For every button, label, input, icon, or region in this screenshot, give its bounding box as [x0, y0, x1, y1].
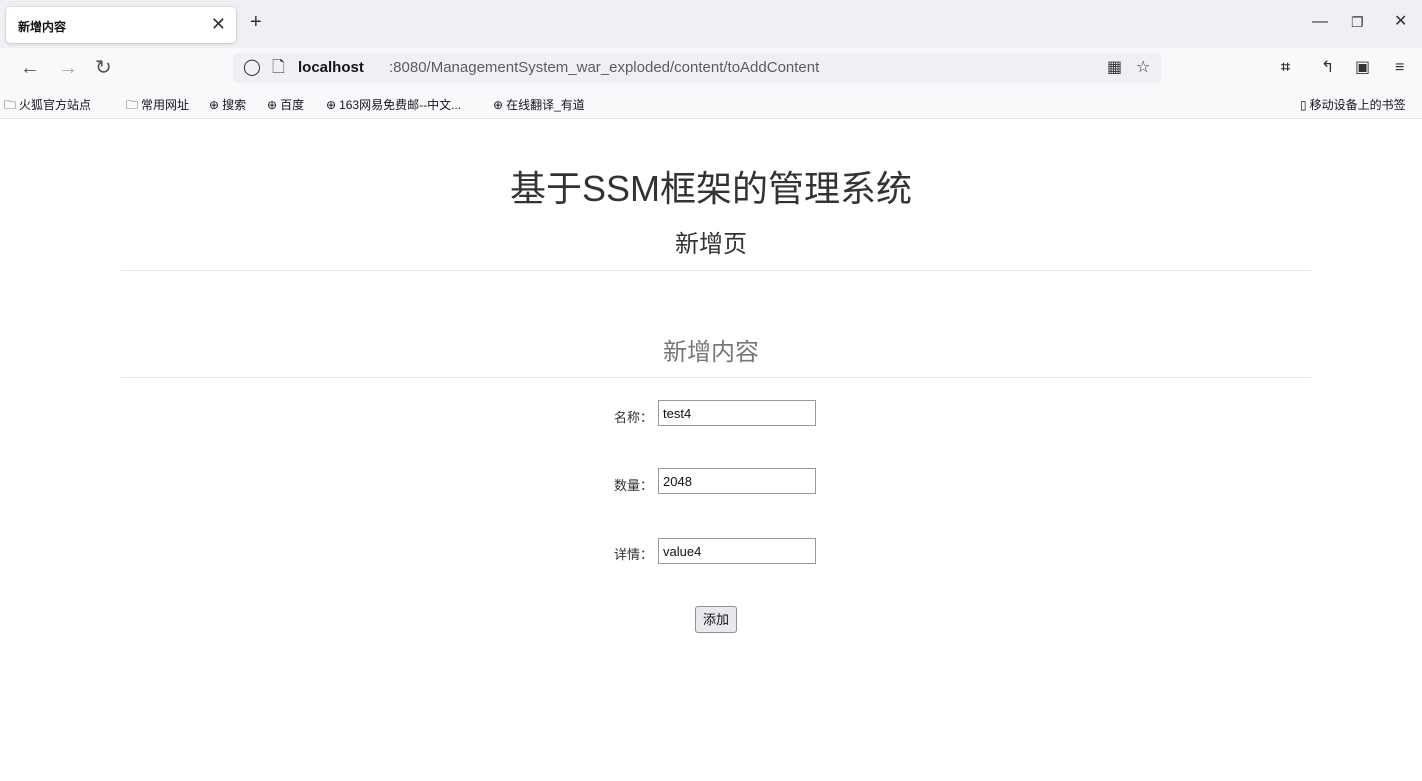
- name-label: 名称：: [613, 410, 653, 425]
- folder-icon: 🗀: [4, 98, 17, 112]
- bookmark-item[interactable]: 🗀 常用网址: [126, 96, 189, 117]
- globe-icon: ⊕: [267, 98, 278, 112]
- page-info-icon[interactable]: 🗋: [272, 57, 285, 79]
- mobile-device-icon: ▯: [1300, 98, 1307, 112]
- extension-icon[interactable]: ▣: [1355, 57, 1370, 79]
- name-input[interactable]: [658, 400, 816, 426]
- undo-icon[interactable]: ↰: [1321, 57, 1334, 79]
- restore-icon[interactable]: ❐: [1351, 12, 1364, 32]
- bookmark-item[interactable]: ⊕ 百度: [267, 96, 304, 113]
- detail-input[interactable]: [658, 538, 816, 564]
- mobile-bookmarks[interactable]: ▯ 移动设备上的书签: [1300, 96, 1406, 113]
- page-title: 基于SSM框架的管理系统: [509, 168, 912, 209]
- form-title: 新增内容: [663, 339, 759, 366]
- forward-arrow-icon[interactable]: →: [58, 56, 78, 80]
- tab-title: 新增内容: [18, 20, 67, 34]
- folder-icon: 🗀: [126, 98, 139, 112]
- page-subtitle: 新增页: [675, 231, 747, 258]
- reload-icon[interactable]: ↻: [95, 56, 112, 80]
- screenshot-icon[interactable]: ⌗: [1281, 57, 1290, 79]
- globe-icon: ⊕: [493, 98, 504, 112]
- quantity-input[interactable]: [658, 468, 816, 494]
- globe-icon: ⊕: [209, 98, 220, 112]
- qr-code-icon[interactable]: ▦: [1107, 57, 1122, 79]
- minimize-icon[interactable]: —: [1312, 12, 1328, 32]
- tab-active[interactable]: 新增内容 ✕: [6, 7, 236, 43]
- window-close-icon[interactable]: ✕: [1394, 12, 1407, 32]
- bookmark-item[interactable]: 🗀 火狐官方站点: [4, 96, 91, 117]
- detail-label: 详情：: [613, 547, 653, 562]
- close-icon[interactable]: ✕: [211, 14, 226, 34]
- form-divider: [121, 377, 1311, 378]
- add-button[interactable]: 添加: [695, 606, 737, 633]
- shield-icon[interactable]: ◯: [243, 57, 261, 79]
- new-tab-icon[interactable]: +: [250, 10, 262, 34]
- bookmark-star-icon[interactable]: ☆: [1136, 57, 1150, 79]
- quantity-label: 数量：: [613, 478, 653, 493]
- globe-icon: ⊕: [326, 98, 337, 112]
- header-divider: [121, 270, 1311, 271]
- bookmark-item[interactable]: ⊕ 搜索: [209, 96, 246, 113]
- menu-icon[interactable]: ≡: [1395, 57, 1404, 79]
- bookmark-item[interactable]: ⊕ 在线翻译_有道: [493, 96, 585, 113]
- bookmark-item[interactable]: ⊕ 163网易免费邮--中文...: [326, 96, 461, 113]
- url-path: :8080/ManagementSystem_war_exploded/cont…: [389, 59, 820, 76]
- url-host: localhost: [298, 59, 364, 76]
- back-arrow-icon[interactable]: ←: [20, 56, 40, 80]
